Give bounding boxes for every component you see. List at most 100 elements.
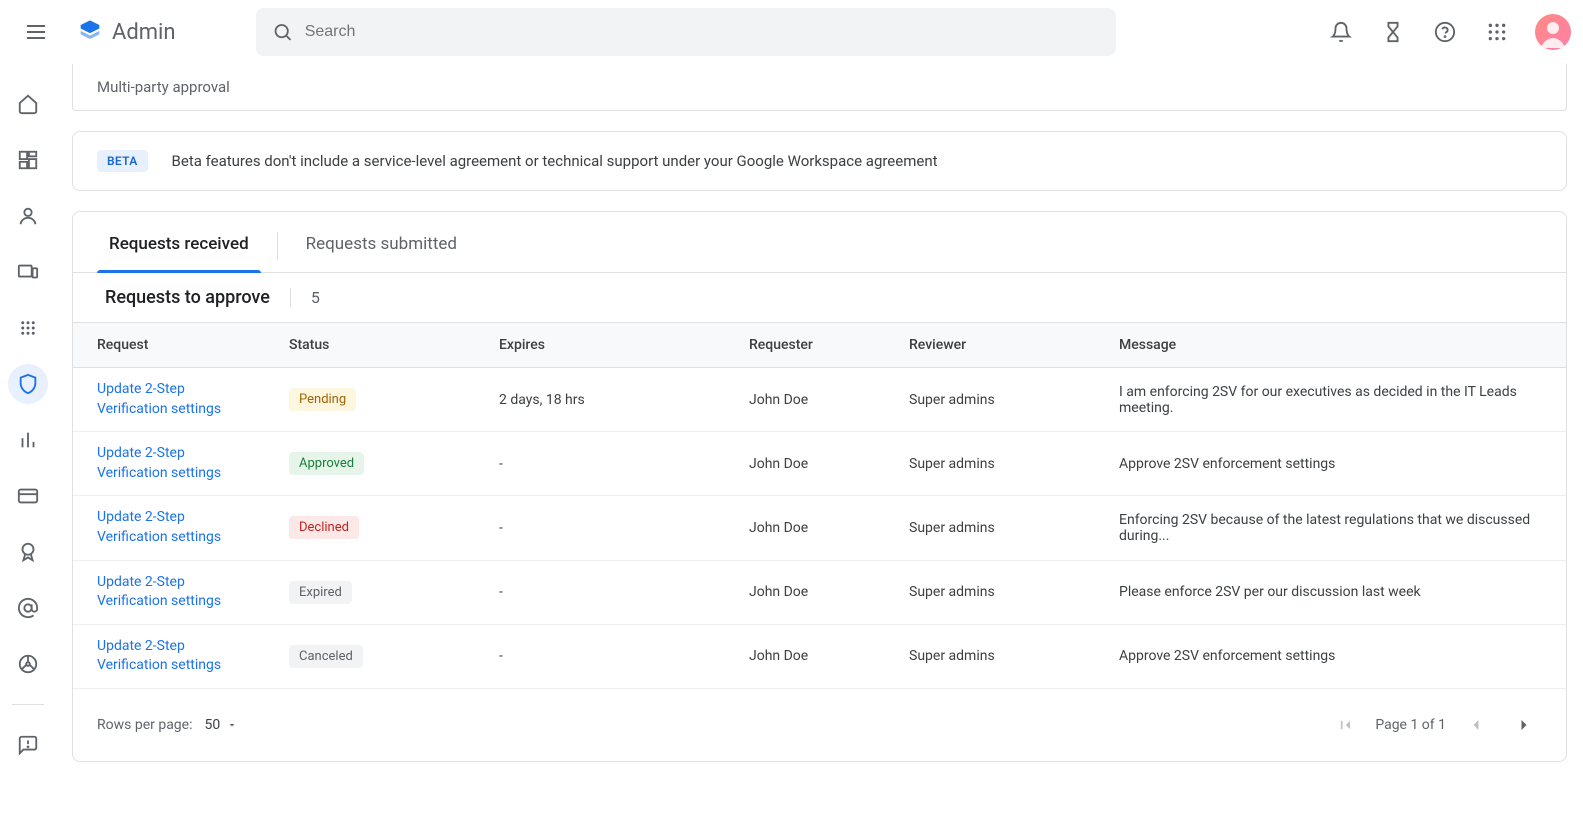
status-badge: Expired: [289, 581, 352, 604]
col-requester[interactable]: Requester: [733, 323, 893, 368]
admin-logo-icon: [76, 18, 104, 46]
beta-banner: BETA Beta features don't include a servi…: [72, 131, 1567, 191]
tasks-button[interactable]: [1371, 10, 1415, 54]
table-row[interactable]: Update 2-Step Verification settings Expir…: [73, 560, 1566, 624]
cell-expires: -: [483, 432, 733, 496]
table-row[interactable]: Update 2-Step Verification settings Cance…: [73, 624, 1566, 688]
help-button[interactable]: [1423, 10, 1467, 54]
request-link[interactable]: Update 2-Step Verification settings: [97, 637, 257, 676]
col-request[interactable]: Request: [73, 323, 273, 368]
breadcrumb: Multi-party approval: [72, 64, 1567, 111]
apps-button[interactable]: [1475, 10, 1519, 54]
status-badge: Approved: [289, 452, 364, 475]
search-icon: [272, 21, 293, 43]
nav-reporting[interactable]: [8, 420, 48, 460]
nav-rules[interactable]: [8, 588, 48, 628]
pager-first[interactable]: [1327, 707, 1363, 743]
dashboard-icon: [17, 149, 39, 171]
tab-requests-received[interactable]: Requests received: [97, 212, 261, 272]
requests-panel: Requests received Requests submitted Req…: [72, 211, 1567, 762]
nav-billing[interactable]: [8, 476, 48, 516]
nav-storage[interactable]: [8, 644, 48, 684]
chevron-right-icon: [1514, 715, 1534, 735]
cell-message: I am enforcing 2SV for our executives as…: [1103, 368, 1566, 432]
apps-icon: [19, 319, 37, 337]
request-link[interactable]: Update 2-Step Verification settings: [97, 573, 257, 612]
search-input[interactable]: [305, 23, 1100, 41]
cell-reviewer: Super admins: [893, 432, 1103, 496]
nav-security[interactable]: [8, 364, 48, 404]
subheader-title: Requests to approve: [105, 287, 270, 308]
person-icon: [17, 205, 39, 227]
shield-icon: [17, 373, 39, 395]
cell-reviewer: Super admins: [893, 560, 1103, 624]
rows-per-page-value: 50: [204, 717, 220, 733]
col-message[interactable]: Message: [1103, 323, 1566, 368]
nav-home[interactable]: [8, 84, 48, 124]
search-bar[interactable]: [256, 8, 1116, 56]
col-expires[interactable]: Expires: [483, 323, 733, 368]
account-avatar[interactable]: [1535, 14, 1571, 50]
table-row[interactable]: Update 2-Step Verification settings Appro…: [73, 432, 1566, 496]
request-link[interactable]: Update 2-Step Verification settings: [97, 444, 257, 483]
cell-message: Please enforce 2SV per our discussion la…: [1103, 560, 1566, 624]
help-icon: [1434, 21, 1456, 43]
nav-apps[interactable]: [8, 308, 48, 348]
nav-dashboard[interactable]: [8, 140, 48, 180]
main-content: Multi-party approval BETA Beta features …: [56, 64, 1583, 786]
nav-account[interactable]: [8, 532, 48, 572]
breadcrumb-text: Multi-party approval: [97, 78, 230, 96]
hourglass-icon: [1382, 21, 1404, 43]
devices-icon: [17, 261, 39, 283]
cell-requester: John Doe: [733, 560, 893, 624]
status-badge: Declined: [289, 516, 359, 539]
app-name: Admin: [112, 20, 176, 45]
apps-grid-icon: [1487, 22, 1507, 42]
table-row[interactable]: Update 2-Step Verification settings Decli…: [73, 496, 1566, 560]
badge-icon: [17, 541, 39, 563]
bell-icon: [1330, 21, 1352, 43]
table-header-row: Request Status Expires Requester Reviewe…: [73, 323, 1566, 368]
beta-badge: BETA: [97, 150, 148, 172]
rows-per-page-select[interactable]: 50: [204, 717, 238, 733]
request-link[interactable]: Update 2-Step Verification settings: [97, 380, 257, 419]
cell-requester: John Doe: [733, 496, 893, 560]
col-reviewer[interactable]: Reviewer: [893, 323, 1103, 368]
request-link[interactable]: Update 2-Step Verification settings: [97, 508, 257, 547]
page-indicator: Page 1 of 1: [1375, 717, 1446, 733]
nav-feedback[interactable]: [8, 725, 48, 765]
first-page-icon: [1335, 715, 1355, 735]
topbar: Admin: [0, 0, 1583, 64]
status-badge: Canceled: [289, 645, 363, 668]
cell-expires: 2 days, 18 hrs: [483, 368, 733, 432]
logo[interactable]: Admin: [68, 18, 184, 46]
beta-text: Beta features don't include a service-le…: [172, 152, 938, 170]
tab-requests-submitted[interactable]: Requests submitted: [294, 212, 469, 272]
at-icon: [17, 597, 39, 619]
notifications-button[interactable]: [1319, 10, 1363, 54]
subheader: Requests to approve 5: [73, 273, 1566, 322]
col-status[interactable]: Status: [273, 323, 483, 368]
cell-expires: -: [483, 624, 733, 688]
cell-requester: John Doe: [733, 368, 893, 432]
main-menu-button[interactable]: [12, 8, 60, 56]
nav-devices[interactable]: [8, 252, 48, 292]
cell-expires: -: [483, 496, 733, 560]
cell-message: Approve 2SV enforcement settings: [1103, 432, 1566, 496]
feedback-icon: [17, 734, 39, 756]
card-icon: [17, 485, 39, 507]
home-icon: [17, 93, 39, 115]
table-footer: Rows per page: 50 Page 1 of 1: [73, 689, 1566, 761]
nav-directory[interactable]: [8, 196, 48, 236]
cell-message: Enforcing 2SV because of the latest regu…: [1103, 496, 1566, 560]
table-row[interactable]: Update 2-Step Verification settingsPendi…: [73, 368, 1566, 432]
cell-reviewer: Super admins: [893, 368, 1103, 432]
cell-message: Approve 2SV enforcement settings: [1103, 624, 1566, 688]
chevron-left-icon: [1466, 715, 1486, 735]
cell-reviewer: Super admins: [893, 496, 1103, 560]
pager-next[interactable]: [1506, 707, 1542, 743]
tabs: Requests received Requests submitted: [73, 212, 1566, 273]
pager-prev[interactable]: [1458, 707, 1494, 743]
avatar-icon: [1535, 14, 1571, 50]
cell-expires: -: [483, 560, 733, 624]
